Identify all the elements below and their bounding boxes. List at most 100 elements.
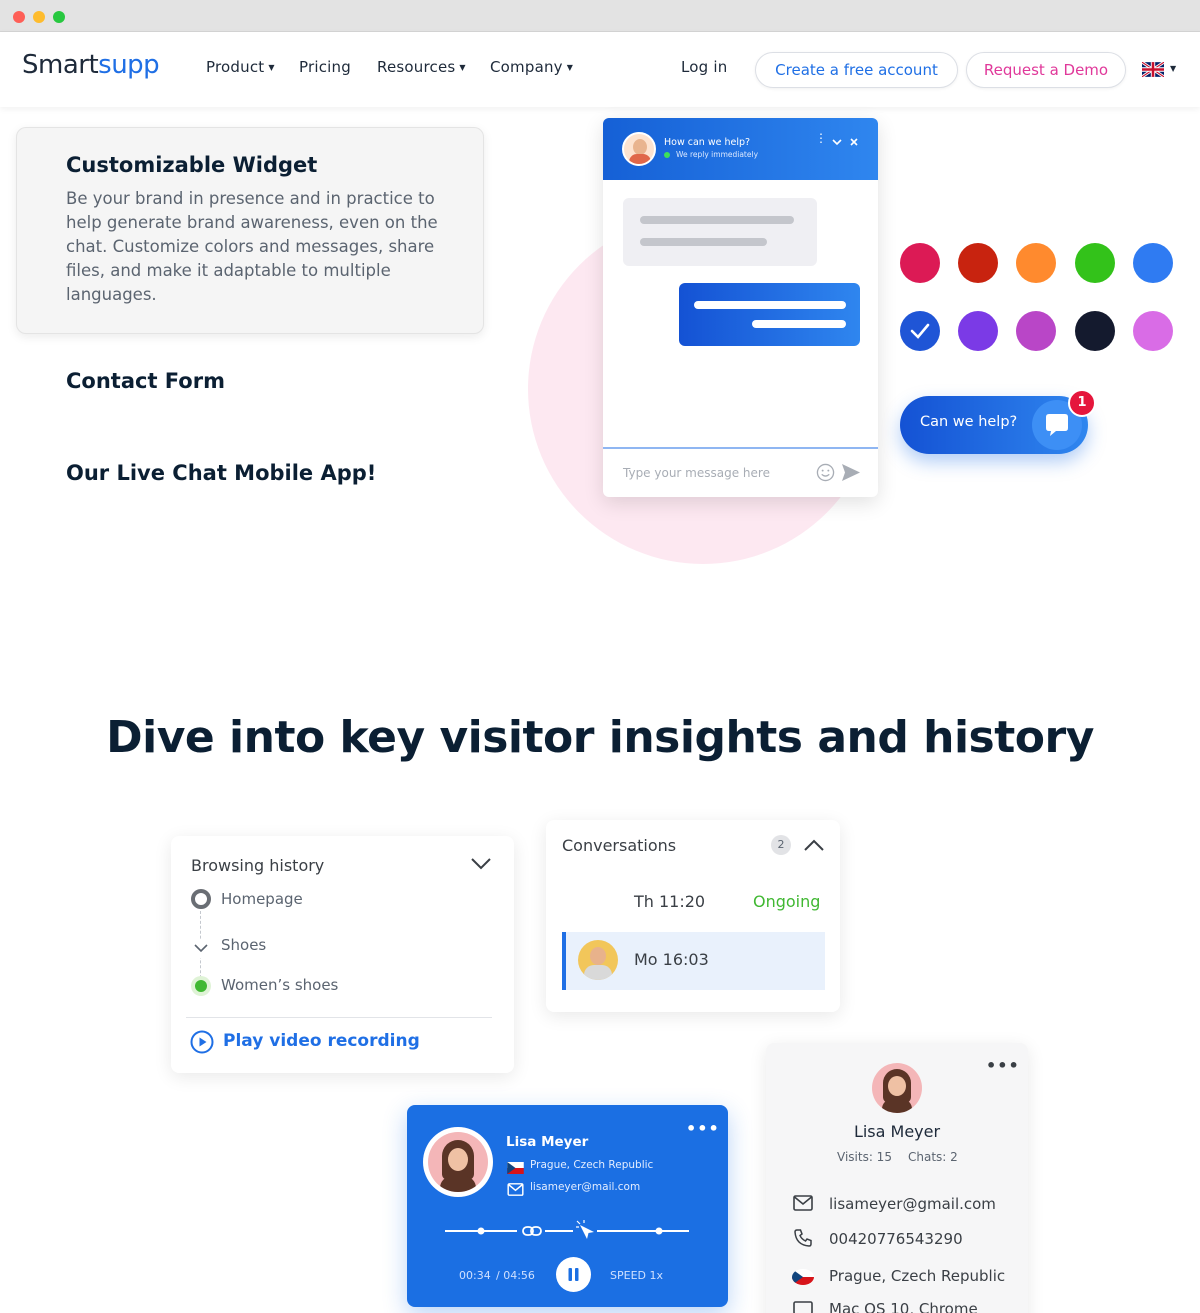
play-video-recording-link[interactable]: Play video recording [223, 1031, 420, 1051]
color-swatch[interactable] [958, 311, 998, 351]
unread-badge: 1 [1068, 389, 1096, 417]
minimize-chat-icon[interactable] [831, 132, 843, 151]
conversation-status-ongoing: Ongoing [753, 892, 821, 911]
nav-pricing[interactable]: Pricing [299, 58, 351, 76]
visitor-location: Prague, Czech Republic [829, 1267, 1006, 1285]
history-item-shoes[interactable]: Shoes [221, 936, 266, 954]
chevron-down-icon[interactable] [470, 856, 492, 875]
history-item-womens-shoes[interactable]: Women’s shoes [221, 976, 338, 994]
chat-launcher-button[interactable]: Can we help? [900, 396, 1088, 454]
recording-total-time: / 04:56 [496, 1269, 535, 1282]
chevron-down-icon: ▼ [1170, 64, 1177, 73]
nav-company-label: Company [490, 58, 563, 76]
envelope-icon [507, 1181, 524, 1200]
visitor-avatar [872, 1063, 922, 1113]
divider [186, 1017, 492, 1018]
envelope-icon [793, 1195, 813, 1215]
conversation-time: Mo 16:03 [634, 950, 709, 969]
conversations-panel: Conversations 2 Th 11:20 Ongoing Mo 16:0… [546, 820, 840, 1012]
play-circle-icon[interactable] [190, 1030, 214, 1058]
minimize-window-dot[interactable] [33, 11, 45, 23]
more-options-icon[interactable]: ⋮ [815, 131, 827, 145]
nav-resources-label: Resources [377, 58, 456, 76]
color-swatch[interactable] [1016, 243, 1056, 283]
visitor-email: lisameyer@mail.com [530, 1181, 641, 1193]
history-item-homepage[interactable]: Homepage [221, 890, 303, 908]
emoji-icon[interactable] [816, 463, 835, 486]
logo-text-smart: Smart [22, 50, 99, 80]
pause-icon [568, 1268, 579, 1281]
browser-titlebar [0, 0, 1200, 32]
monitor-icon [793, 1301, 813, 1313]
visitor-chats: Chats: 2 [908, 1150, 958, 1164]
nav-company[interactable]: Company ▼ [490, 58, 573, 76]
visitor-visits: Visits: 15 [837, 1150, 892, 1164]
chat-launcher-label: Can we help? [920, 414, 1018, 430]
outgoing-message-bubble [679, 283, 860, 346]
nav-product[interactable]: Product ▼ [206, 58, 275, 76]
chat-message-input[interactable]: Type your message here [623, 466, 770, 480]
feature-description: Be your brand in presence and in practic… [66, 189, 438, 304]
nav-pricing-label: Pricing [299, 58, 351, 76]
more-options-icon[interactable]: ••• [686, 1119, 720, 1138]
visitor-location: Prague, Czech Republic [530, 1159, 654, 1171]
online-status-dot [664, 152, 670, 158]
more-options-icon[interactable]: ••• [986, 1056, 1020, 1075]
czech-flag-icon [792, 1269, 814, 1285]
browsing-history-title: Browsing history [191, 856, 325, 875]
agent-avatar [622, 132, 656, 166]
chat-header-subtitle: We reply immediately [676, 150, 759, 159]
visitor-email[interactable]: lisameyer@gmail.com [829, 1195, 996, 1213]
visitor-avatar [423, 1127, 493, 1197]
feature-item-contact-form[interactable]: Contact Form [66, 369, 225, 393]
chevron-down-icon: ▼ [566, 63, 574, 72]
section-headline: Dive into key visitor insights and histo… [106, 712, 1094, 763]
incoming-message-bubble [623, 198, 817, 266]
timeline-node-circle [191, 889, 211, 909]
send-icon[interactable] [841, 463, 861, 486]
chat-widget-header: How can we help? We reply immediately ⋮ [603, 118, 878, 180]
create-account-button[interactable]: Create a free account [755, 52, 958, 88]
visitor-phone[interactable]: 00420776543290 [829, 1230, 963, 1248]
top-navigation: Smartsupp Product ▼ Pricing Resources ▼ Co… [0, 32, 1200, 107]
close-chat-icon[interactable] [849, 132, 859, 151]
recording-current-time: 00:34 [459, 1269, 491, 1282]
language-selector[interactable]: ▼ [1141, 60, 1176, 81]
color-swatch[interactable] [900, 243, 940, 283]
checkmark-icon [910, 323, 930, 339]
czech-flag-icon [507, 1159, 524, 1174]
request-demo-button[interactable]: Request a Demo [966, 52, 1126, 88]
color-swatch[interactable] [1075, 243, 1115, 283]
smartsupp-logo[interactable]: Smartsupp [22, 50, 160, 80]
recording-timeline[interactable] [445, 1219, 693, 1247]
color-swatch-selected[interactable] [900, 311, 940, 351]
color-swatch-grid [900, 243, 1174, 353]
logo-text-supp: supp [98, 50, 160, 80]
conversations-title: Conversations [562, 836, 677, 855]
visitor-system: Mac OS 10, Chrome 94.0.6 [829, 1300, 978, 1313]
maximize-window-dot[interactable] [53, 11, 65, 23]
color-swatch[interactable] [1133, 311, 1173, 351]
nav-resources[interactable]: Resources ▼ [377, 58, 466, 76]
uk-flag-icon [1141, 60, 1165, 79]
color-swatch[interactable] [1016, 311, 1056, 351]
close-window-dot[interactable] [13, 11, 25, 23]
pause-button[interactable] [556, 1257, 591, 1292]
conversation-row-selected[interactable]: Mo 16:03 [562, 932, 825, 990]
login-link[interactable]: Log in [681, 58, 727, 76]
playback-speed[interactable]: SPEED 1x [610, 1269, 663, 1282]
conversation-time[interactable]: Th 11:20 [634, 892, 705, 911]
color-swatch[interactable] [1075, 311, 1115, 351]
color-swatch[interactable] [958, 243, 998, 283]
phone-icon [793, 1228, 813, 1252]
nav-product-label: Product [206, 58, 265, 76]
chat-widget-window: How can we help? We reply immediately ⋮ … [603, 118, 878, 497]
current-page-dot [191, 976, 211, 996]
feature-item-mobile-app[interactable]: Our Live Chat Mobile App! [66, 461, 376, 485]
chat-header-title: How can we help? [664, 137, 751, 148]
color-swatch[interactable] [1133, 243, 1173, 283]
visitor-name: Lisa Meyer [506, 1134, 589, 1150]
browsing-history-panel: Browsing history Homepage Shoes Women’s … [171, 836, 514, 1073]
visitor-profile-panel: ••• Lisa Meyer Visits: 15 Chats: 2 lisam… [766, 1043, 1028, 1313]
chevron-up-icon[interactable] [803, 837, 825, 856]
